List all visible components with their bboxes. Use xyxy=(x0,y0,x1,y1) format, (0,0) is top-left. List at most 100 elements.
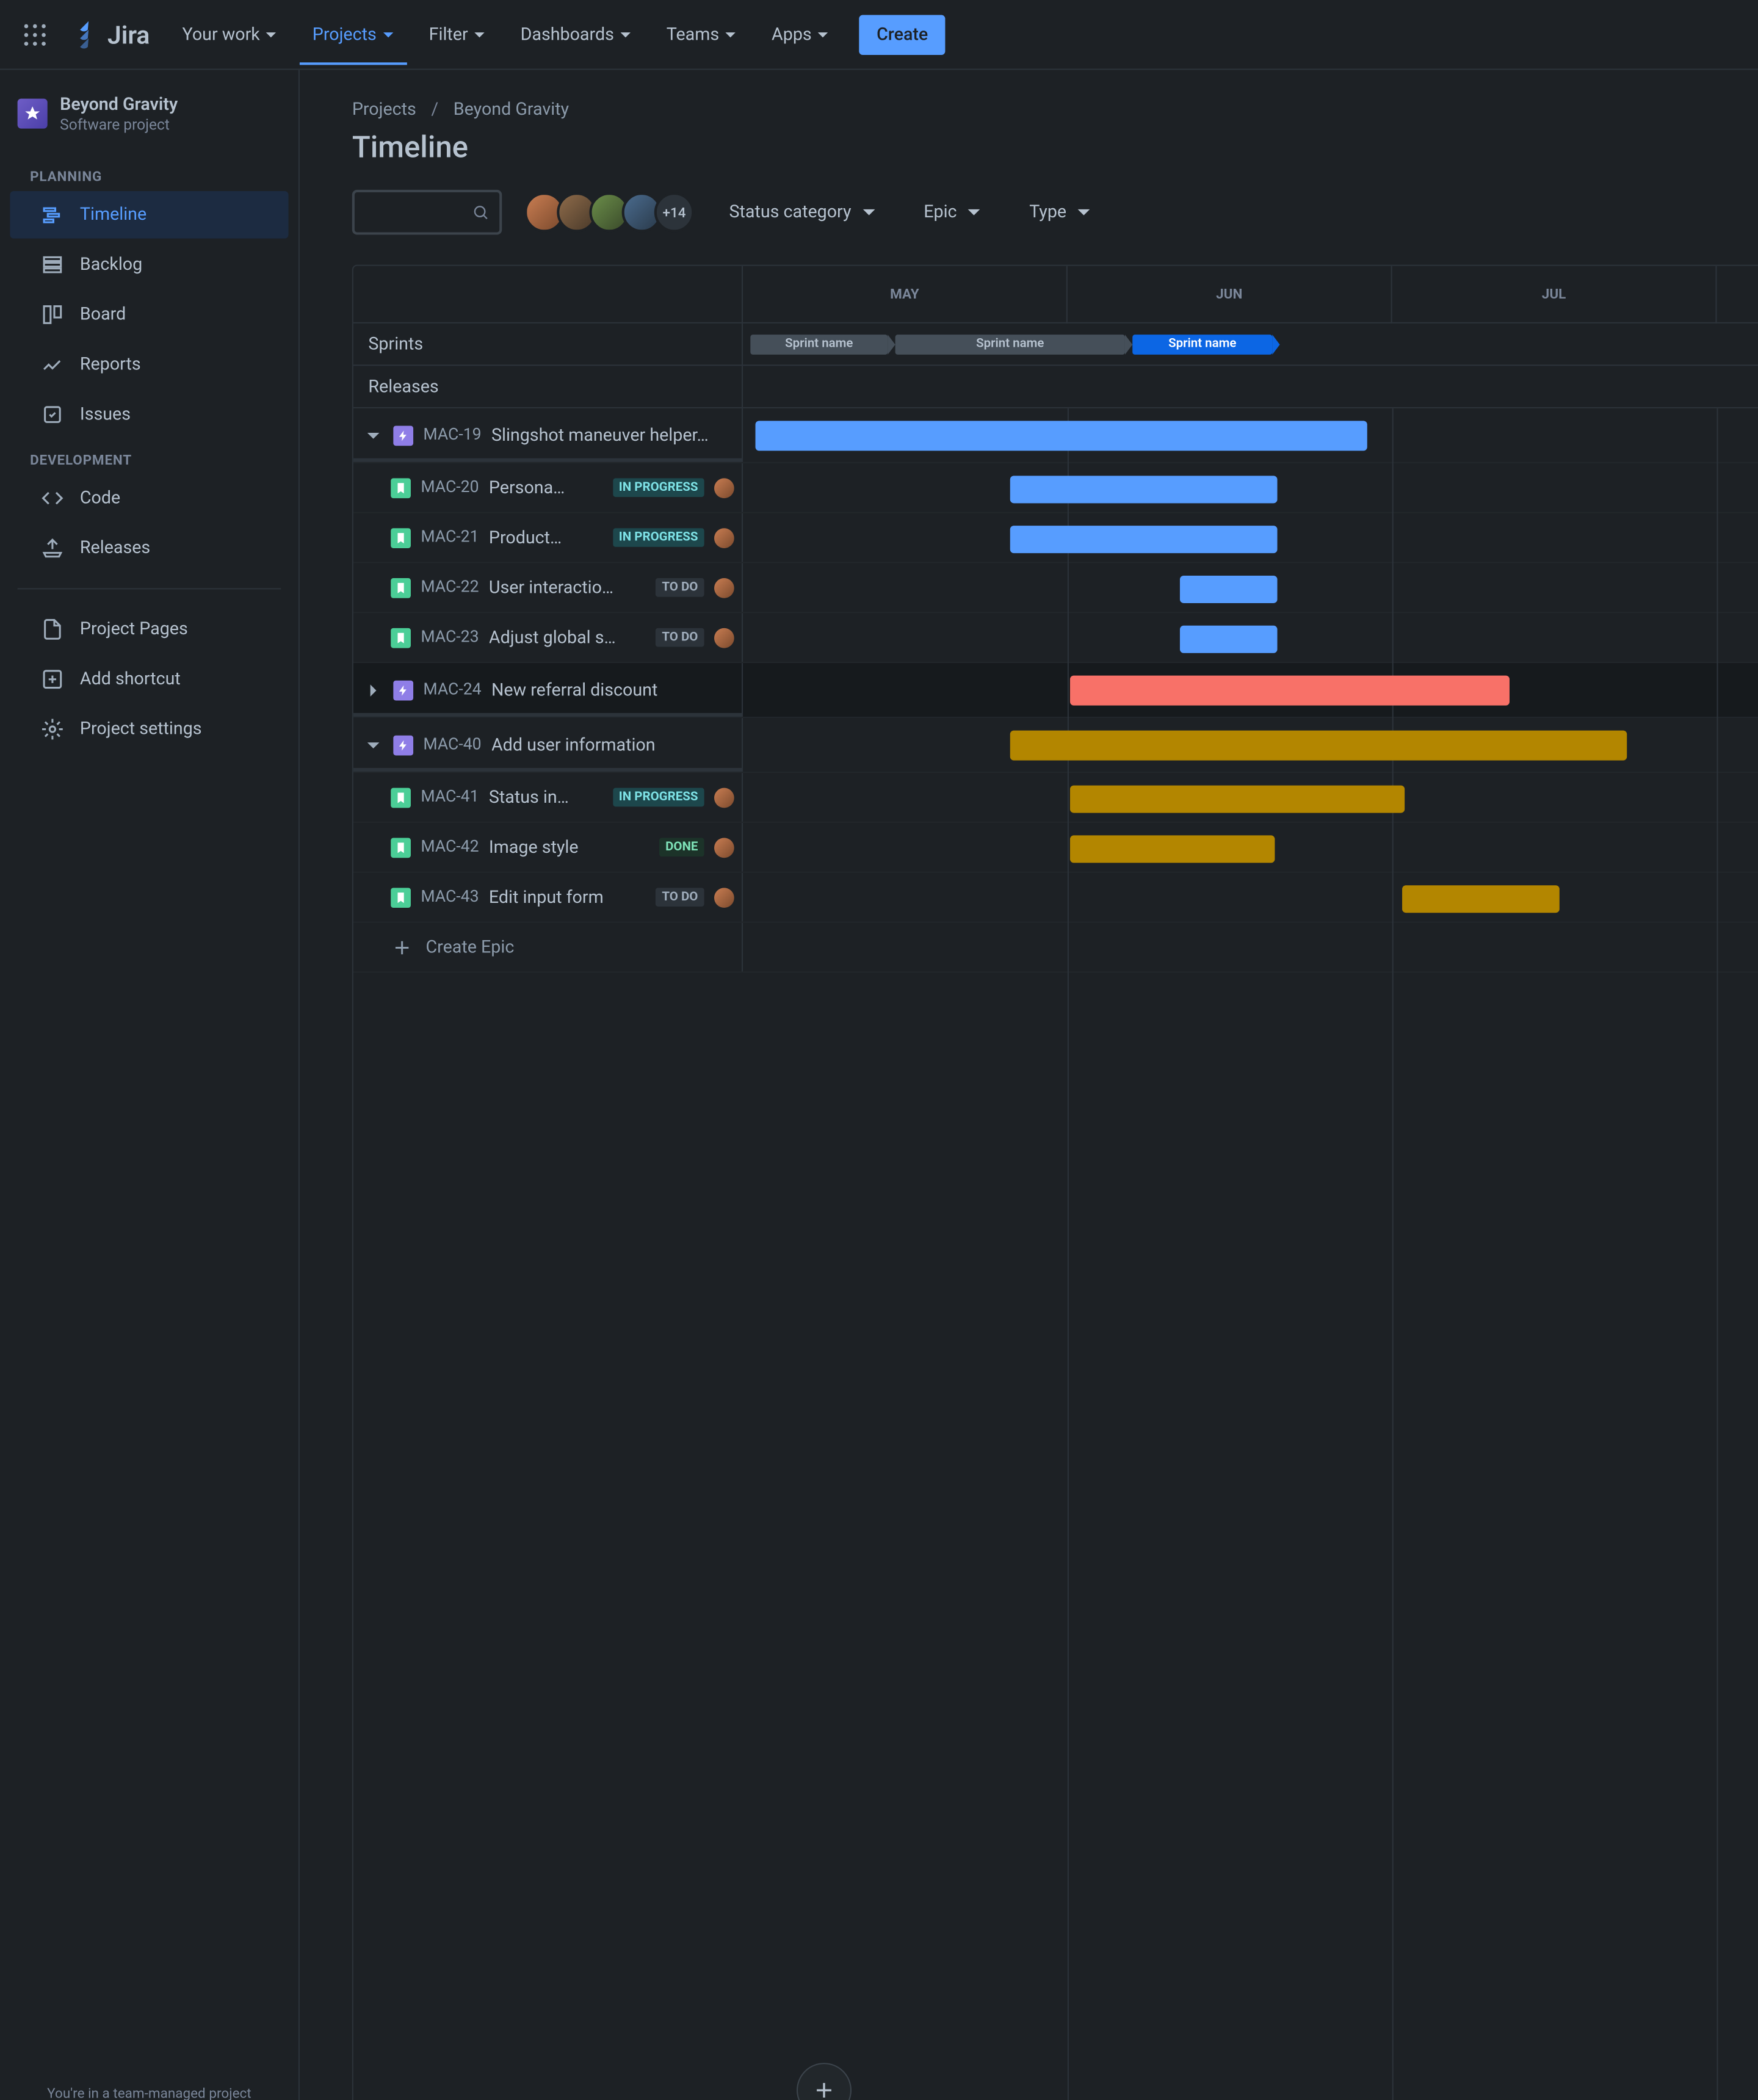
story-row[interactable]: MAC-23 Adjust global s… TO DO xyxy=(353,613,1758,663)
story-row[interactable]: MAC-22 User interactio… TO DO xyxy=(353,563,1758,614)
chevron-right-icon[interactable] xyxy=(363,680,383,700)
top-nav: Jira Your work Projects Filter Dashboard… xyxy=(0,0,1758,70)
nav-projects[interactable]: Projects xyxy=(300,17,407,65)
sprint-chip[interactable]: Sprint name xyxy=(750,334,888,354)
toolbar: +14 Status category Epic Type View setti… xyxy=(352,190,1758,235)
assignee-avatar[interactable] xyxy=(714,477,734,498)
timeline-search-input[interactable] xyxy=(364,203,472,222)
timeline-month-header: MAY JUN JUL xyxy=(353,266,1758,324)
story-icon xyxy=(391,887,411,907)
story-bar[interactable] xyxy=(1070,786,1405,813)
epic-icon xyxy=(393,735,413,755)
story-row[interactable]: MAC-43 Edit input form TO DO xyxy=(353,873,1758,923)
story-row[interactable]: MAC-21 Product… IN PROGRESS xyxy=(353,513,1758,563)
issue-key: MAC-24 xyxy=(423,681,481,700)
chevron-down-icon[interactable] xyxy=(363,425,383,445)
filter-epic[interactable]: Epic xyxy=(911,195,994,230)
sidebar-item-issues[interactable]: Issues xyxy=(10,391,288,438)
sidebar-item-board[interactable]: Board xyxy=(10,291,288,338)
issue-title: Slingshot maneuver helper… xyxy=(491,425,742,445)
sprint-chip[interactable]: Sprint name xyxy=(1132,334,1272,354)
filter-type[interactable]: Type xyxy=(1017,195,1104,230)
issue-key: MAC-19 xyxy=(423,426,481,445)
assignee-avatar[interactable] xyxy=(714,788,734,808)
board-icon xyxy=(40,302,65,327)
sidebar-item-add-shortcut[interactable]: Add shortcut xyxy=(10,655,288,703)
story-bar[interactable] xyxy=(1070,835,1275,863)
issue-key: MAC-40 xyxy=(423,736,481,755)
progress-bar xyxy=(353,713,742,717)
bottom-bar: Weeks Months Quarters xyxy=(352,2063,1758,2100)
story-icon xyxy=(391,527,411,548)
issue-title: Edit input form xyxy=(489,887,646,907)
epic-bar[interactable] xyxy=(1070,676,1510,706)
chevron-down-icon xyxy=(861,205,877,220)
assignee-avatar[interactable] xyxy=(714,887,734,907)
assignee-avatar[interactable] xyxy=(714,837,734,857)
avatar-more[interactable]: +14 xyxy=(654,192,694,232)
assignee-avatar[interactable] xyxy=(714,628,734,648)
epic-row[interactable]: MAC-40 Add user information xyxy=(353,718,1758,773)
nav-your-work[interactable]: Your work xyxy=(170,17,290,52)
story-bar[interactable] xyxy=(1010,526,1278,553)
sprints-label: Sprints xyxy=(353,324,743,366)
issue-title: Adjust global s… xyxy=(489,628,646,648)
create-epic-row[interactable]: Create Epic xyxy=(353,923,1758,973)
story-icon xyxy=(391,788,411,808)
crumb-projects[interactable]: Projects xyxy=(352,100,416,120)
issue-key: MAC-20 xyxy=(421,478,479,497)
epic-row[interactable]: MAC-24 New referral discount xyxy=(353,663,1758,718)
nav-teams[interactable]: Teams xyxy=(654,17,749,52)
nav-dashboards[interactable]: Dashboards xyxy=(508,17,644,52)
sidebar-item-timeline[interactable]: Timeline xyxy=(10,191,288,239)
avatar-stack[interactable]: +14 xyxy=(524,192,694,232)
jira-logo[interactable]: Jira xyxy=(65,20,159,49)
timeline-search[interactable] xyxy=(352,190,502,235)
epic-icon xyxy=(393,425,413,445)
jira-logo-text: Jira xyxy=(107,20,150,49)
story-bar[interactable] xyxy=(1010,476,1278,503)
epic-bar[interactable] xyxy=(756,421,1367,451)
nav-filter[interactable]: Filter xyxy=(416,17,498,52)
epic-bar[interactable] xyxy=(1010,731,1627,761)
status-badge: TO DO xyxy=(656,578,704,597)
chevron-down-icon[interactable] xyxy=(363,735,383,755)
add-epic-fab[interactable] xyxy=(797,2063,852,2100)
crumb-project[interactable]: Beyond Gravity xyxy=(454,100,569,120)
filter-status-category[interactable]: Status category xyxy=(717,195,889,230)
sidebar-item-reports[interactable]: Reports xyxy=(10,341,288,388)
story-bar[interactable] xyxy=(1402,885,1560,913)
status-badge: IN PROGRESS xyxy=(613,528,704,547)
sidebar-item-code[interactable]: Code xyxy=(10,474,288,522)
section-planning: PLANNING xyxy=(0,156,298,189)
app-switcher-icon[interactable] xyxy=(15,15,55,54)
assignee-avatar[interactable] xyxy=(714,527,734,548)
sidebar-item-project-pages[interactable]: Project Pages xyxy=(10,606,288,653)
story-bar[interactable] xyxy=(1180,626,1278,653)
epic-row[interactable]: MAC-19 Slingshot maneuver helper… xyxy=(353,408,1758,463)
sprint-chip[interactable]: Sprint name xyxy=(895,334,1125,354)
timeline-sprints-row: Sprints Sprint name Sprint name Sprint nam… xyxy=(353,324,1758,366)
progress-bar xyxy=(353,458,742,462)
issue-title: Status in… xyxy=(489,788,602,808)
chevron-down-icon xyxy=(724,28,736,40)
sidebar-item-releases[interactable]: Releases xyxy=(10,524,288,572)
story-row[interactable]: MAC-41 Status in… IN PROGRESS xyxy=(353,773,1758,823)
create-button[interactable]: Create xyxy=(859,15,945,54)
sidebar-footer: You're in a team-managed project Learn m… xyxy=(0,2085,298,2100)
story-row[interactable]: MAC-42 Image style DONE xyxy=(353,823,1758,873)
section-development: DEVELOPMENT xyxy=(0,440,298,473)
project-header[interactable]: Beyond Gravity Software project xyxy=(0,95,298,156)
page-title: Timeline xyxy=(352,130,468,165)
sidebar-item-backlog[interactable]: Backlog xyxy=(10,241,288,288)
page-icon xyxy=(40,617,65,642)
sidebar-item-project-settings[interactable]: Project settings xyxy=(10,705,288,753)
assignee-avatar[interactable] xyxy=(714,578,734,598)
status-badge: IN PROGRESS xyxy=(613,788,704,807)
sidebar: Beyond Gravity Software project PLANNING… xyxy=(0,70,300,2100)
releases-label: Releases xyxy=(353,366,743,408)
story-bar[interactable] xyxy=(1180,576,1278,603)
story-icon xyxy=(391,578,411,598)
nav-apps[interactable]: Apps xyxy=(759,17,842,52)
story-row[interactable]: MAC-20 Persona… IN PROGRESS xyxy=(353,463,1758,513)
